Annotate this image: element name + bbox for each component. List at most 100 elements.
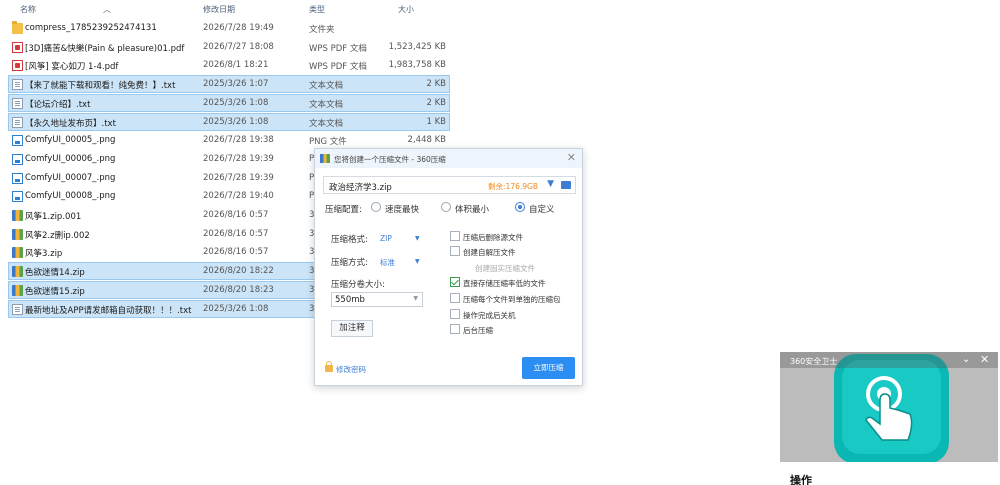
file-date: 2026/8/1 18:21 <box>203 60 269 71</box>
option-label: 直接存储压缩率低的文件 <box>463 279 546 288</box>
lock-icon <box>325 361 333 372</box>
chevron-down-icon[interactable]: ▼ <box>415 258 420 265</box>
column-name[interactable]: 名称 <box>20 4 36 15</box>
add-comment-button[interactable]: 加注释 <box>331 320 373 337</box>
file-size: 1 KB <box>426 116 446 127</box>
checkbox-icon[interactable] <box>450 309 460 319</box>
chevron-down-icon[interactable]: ⌄ <box>962 354 970 365</box>
file-date: 2026/8/20 18:23 <box>203 284 274 295</box>
folder-browse-icon[interactable] <box>561 181 571 189</box>
option-label: 操作完成后关机 <box>463 311 516 320</box>
output-path-field[interactable]: 政治经济学3.zip 剩余:176.9GB ▼ <box>323 176 576 194</box>
txt-icon <box>12 97 23 109</box>
file-name: compress_1785239252474131 <box>25 23 157 33</box>
file-type: PNG 文件 <box>309 137 347 148</box>
archive-icon <box>12 210 23 221</box>
file-size: 1,983,758 KB <box>388 60 446 71</box>
app-tile <box>834 354 949 462</box>
file-name: 风筝2.z删ip.002 <box>25 230 90 241</box>
column-date[interactable]: 修改日期 <box>203 4 235 15</box>
png-icon <box>12 153 23 165</box>
file-type: 文本文档 <box>309 81 344 92</box>
file-date: 2026/7/28 19:40 <box>203 191 274 202</box>
chevron-down-icon[interactable]: ▼ <box>413 295 418 302</box>
option-label: 压缩每个文件到单独的压缩包 <box>463 295 561 304</box>
chevron-down-icon[interactable]: ▼ <box>415 235 420 242</box>
output-filename[interactable]: 政治经济学3.zip <box>329 181 392 193</box>
file-date: 2026/7/28 19:49 <box>203 23 274 33</box>
checkbox-icon[interactable] <box>450 324 460 334</box>
file-date: 2025/3/26 1:08 <box>203 116 269 127</box>
split-size-input[interactable]: 550mb ▼ <box>331 292 423 307</box>
checkbox-icon[interactable] <box>450 231 460 241</box>
dialog-titlebar[interactable]: 您将创建一个压缩文件 - 360压缩 ✕ <box>315 149 582 168</box>
png-icon <box>12 172 23 184</box>
column-header: 名称 ︿ 修改日期 类型 大小 <box>0 0 456 18</box>
file-name: 风筝1.zip.001 <box>25 212 82 222</box>
archive-icon <box>12 284 23 296</box>
option-label: 创建固实压缩文件 <box>475 264 535 273</box>
file-row[interactable]: 【永久地址发布页】.txt 2025/3/26 1:08 文本文档 1 KB <box>8 112 450 131</box>
popup-preview[interactable]: 360安全卫士 ⌄ ✕ <box>780 352 998 462</box>
file-row[interactable]: [风筝] 宴心如刀 1-4.pdf 2026/8/1 18:21 WPS PDF 文… <box>8 56 450 74</box>
format-label: 压缩格式: <box>331 235 368 245</box>
file-row[interactable]: 【来了就能下载和观看！纯免费！】.txt 2025/3/26 1:07 文本文档 2 … <box>8 75 450 94</box>
file-type: 文件夹 <box>309 25 335 35</box>
close-icon[interactable]: ✕ <box>980 353 989 366</box>
archive-icon <box>12 266 23 278</box>
file-name: ComfyUI_00007_.png <box>25 172 116 183</box>
dialog-title: 您将创建一个压缩文件 - 360压缩 <box>334 155 446 164</box>
option-label: 创建自解压文件 <box>463 248 516 257</box>
compress-now-button[interactable]: 立即压缩 <box>522 357 575 379</box>
file-name: 色欲迷情14.zip <box>25 268 85 279</box>
txt-icon <box>12 303 23 315</box>
checkbox-checked-icon[interactable] <box>450 277 460 287</box>
file-type: 文本文档 <box>309 99 344 110</box>
archive-icon <box>12 228 23 240</box>
file-date: 2026/8/20 18:22 <box>203 266 274 277</box>
checkbox-icon[interactable] <box>450 246 460 256</box>
option-label: 后台压缩 <box>463 326 493 335</box>
file-row[interactable]: ComfyUI_00005_.png 2026/7/28 19:38 PNG 文件 2… <box>8 131 450 149</box>
file-name: ComfyUI_00008_.png <box>25 191 116 202</box>
file-name: 风筝3.zip <box>25 249 63 260</box>
file-date: 2026/8/16 0:57 <box>203 247 269 258</box>
file-row[interactable]: [3D]痛苦&快樂(Pain & pleasure)01.pdf 2026/7/2… <box>8 38 450 56</box>
file-date: 2025/3/26 1:08 <box>203 303 269 314</box>
txt-icon <box>12 116 23 128</box>
file-size: 2,448 KB <box>407 135 446 146</box>
file-size: 1,523,425 KB <box>388 41 446 52</box>
chevron-down-icon[interactable]: ▼ <box>547 179 554 189</box>
close-icon[interactable]: ✕ <box>567 151 576 164</box>
radio-dot-icon <box>441 202 451 212</box>
tile-inner <box>842 360 941 454</box>
file-name: 【来了就能下载和观看！纯免费！】.txt <box>25 81 176 92</box>
file-row[interactable]: 【论坛介绍】.txt 2025/3/26 1:08 文本文档 2 KB <box>8 93 450 112</box>
option-label: 压缩后删除源文件 <box>463 233 523 242</box>
split-size-value: 550mb <box>335 295 365 305</box>
txt-icon <box>12 79 23 91</box>
sort-up-icon: ︿ <box>103 5 111 14</box>
radio-label: 体积最小 <box>455 205 490 215</box>
security-popup: 360安全卫士 ⌄ ✕ 操作 <box>780 352 998 485</box>
file-date: 2026/8/16 0:57 <box>203 210 269 220</box>
format-select[interactable]: ZIP <box>380 234 392 243</box>
config-label: 压缩配置: <box>325 205 362 215</box>
file-name: [3D]痛苦&快樂(Pain & pleasure)01.pdf <box>25 43 185 54</box>
checkbox-icon[interactable] <box>450 293 460 303</box>
file-name: 色欲迷情15.zip <box>25 286 85 297</box>
column-size[interactable]: 大小 <box>398 4 414 15</box>
file-type: WPS PDF 文档 <box>309 62 367 73</box>
file-row[interactable]: compress_1785239252474131 2026/7/28 19:49… <box>8 19 450 37</box>
file-date: 2026/7/27 18:08 <box>203 41 274 52</box>
tap-hand-icon <box>865 376 913 441</box>
column-type[interactable]: 类型 <box>309 4 325 15</box>
file-size: 2 KB <box>426 79 446 90</box>
method-label: 压缩方式: <box>331 258 368 268</box>
file-date: 2025/3/26 1:08 <box>203 97 269 108</box>
file-type: WPS PDF 文档 <box>309 43 367 54</box>
file-type: 文本文档 <box>309 118 344 129</box>
method-select[interactable]: 标准 <box>380 257 395 268</box>
pdf-icon <box>12 60 23 72</box>
radio-dot-icon <box>515 202 525 212</box>
